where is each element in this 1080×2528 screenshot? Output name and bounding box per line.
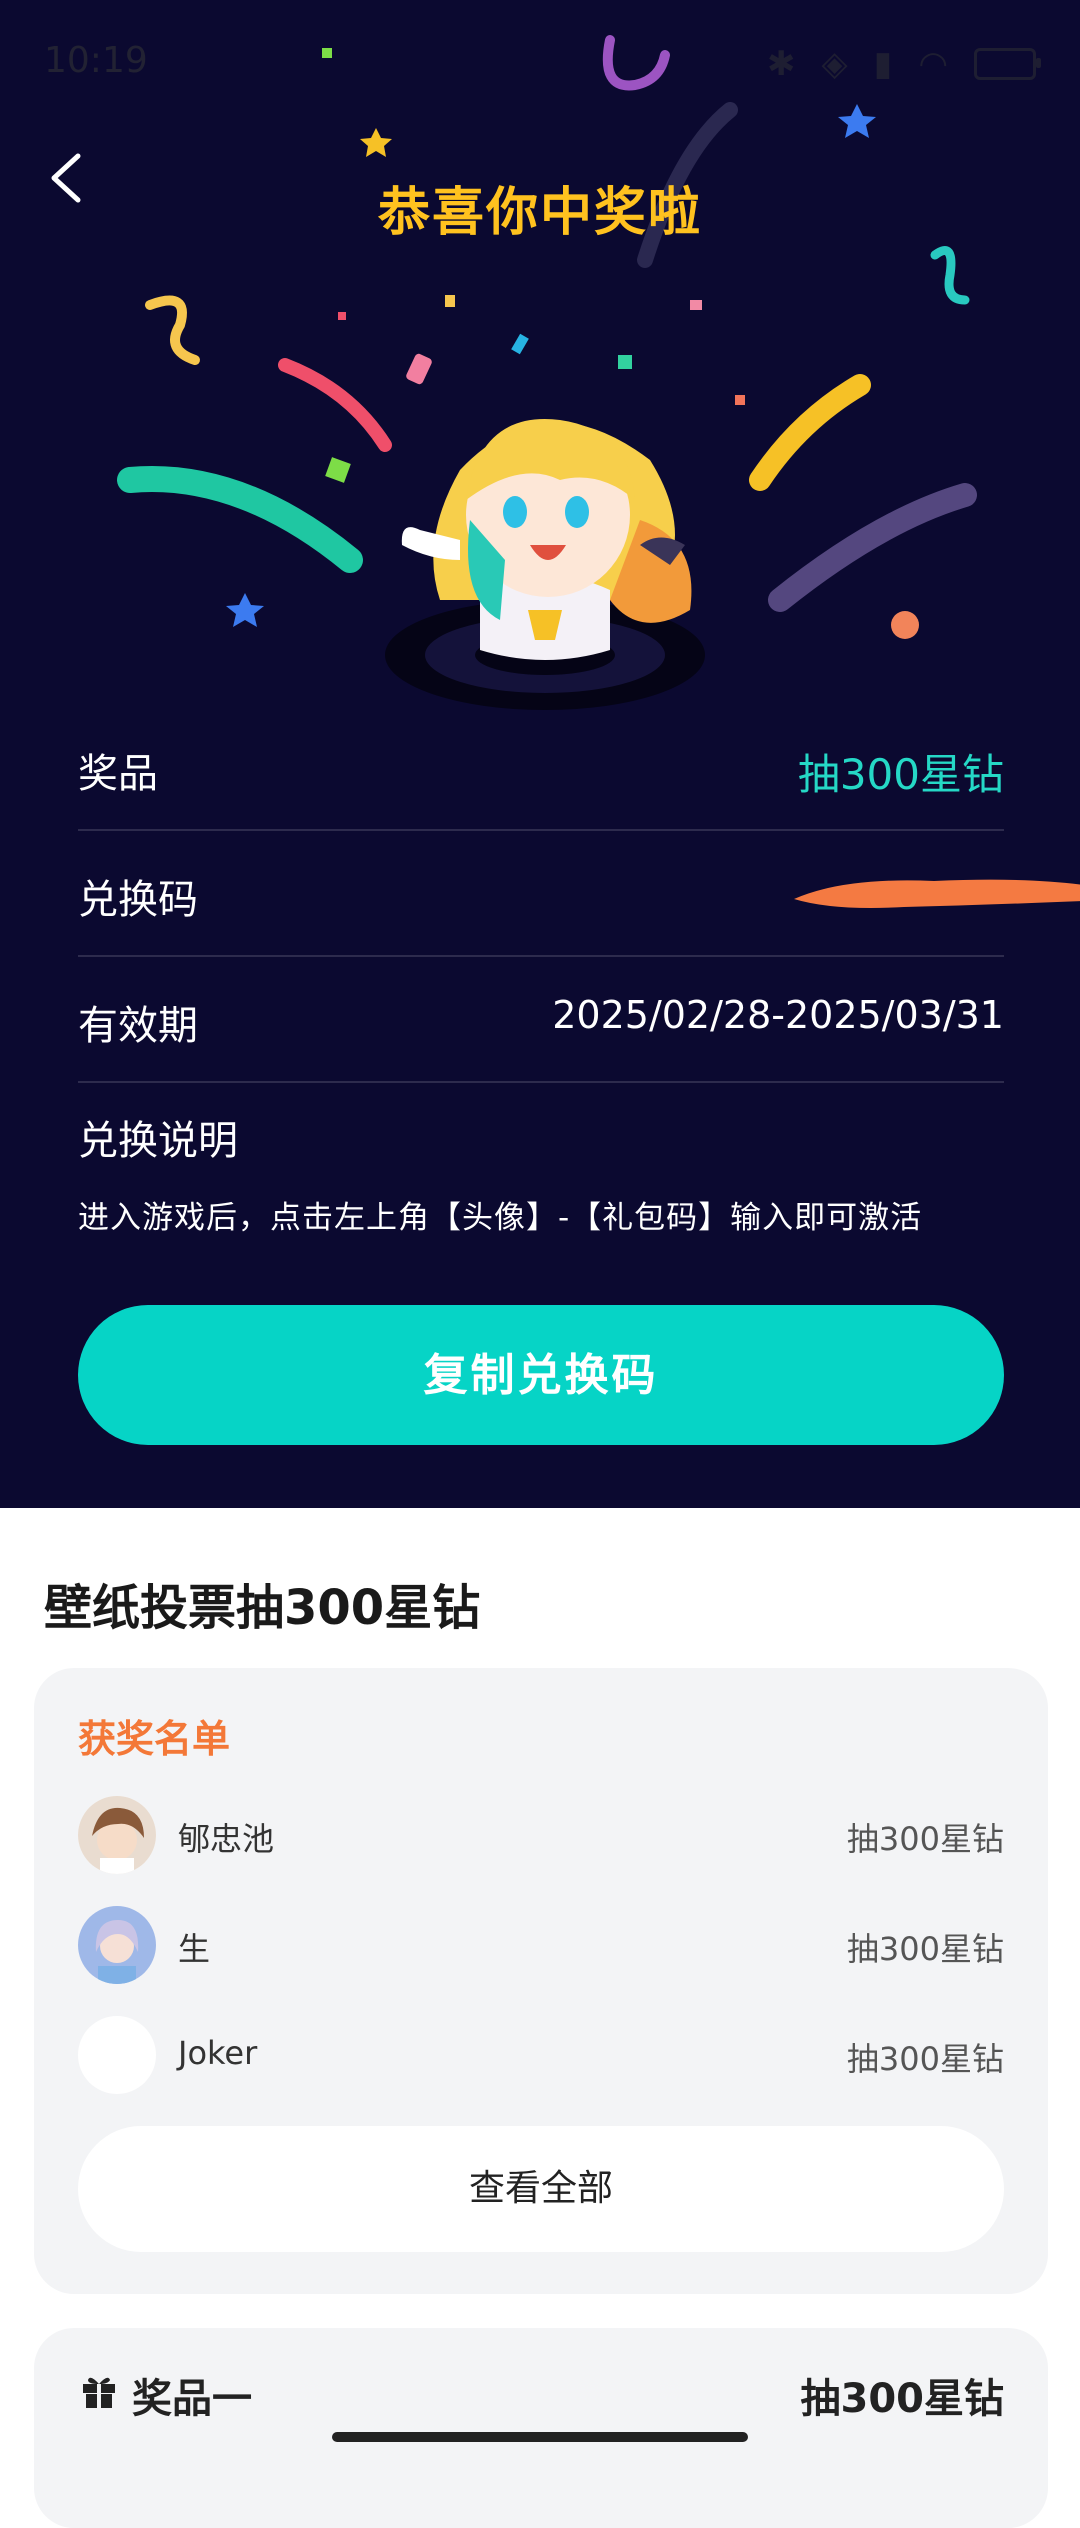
page-title: 恭喜你中奖啦: [377, 183, 702, 243]
winner-row: 生 抽300星钻: [78, 1906, 1004, 1986]
prize-card: 奖品一 抽300星钻: [34, 2328, 1048, 2528]
status-bar: 10:19 ✱ ◈ ▮ ◠: [44, 40, 1041, 90]
mascot: [385, 419, 705, 710]
avatar: [78, 1906, 156, 1984]
battery-icon: [974, 48, 1041, 80]
prize-card-value: 抽300星钻: [800, 2376, 1005, 2422]
home-indicator[interactable]: [332, 2432, 748, 2442]
winner-prize: 抽300星钻: [846, 1820, 1004, 1858]
view-all-button[interactable]: 查看全部: [78, 2126, 1004, 2252]
validity-row: 有效期 2025/02/28-2025/03/31: [78, 957, 1004, 1083]
code-label: 兑换码: [78, 877, 198, 923]
avatar: [78, 1796, 156, 1874]
signal-icon: ▮: [873, 44, 893, 84]
winner-name: Joker: [178, 2034, 258, 2072]
prize-row: 奖品 抽300星钻: [78, 705, 1004, 831]
avatar: [78, 2016, 156, 2094]
validity-label: 有效期: [78, 1003, 198, 1049]
winner-prize: 抽300星钻: [846, 2040, 1004, 2078]
instruction-block: 兑换说明 进入游戏后，点击左上角【头像】-【礼包码】输入即可激活: [78, 1108, 1004, 1237]
winner-name: 生: [178, 1930, 211, 1968]
winner-row: Joker 抽300星钻: [78, 2016, 1004, 2096]
status-icons: ✱ ◈ ▮ ◠: [766, 44, 1041, 84]
celebration-illustration: [117, 35, 977, 710]
code-row: 兑换码: [78, 831, 1080, 957]
prize-value: 抽300星钻: [797, 750, 1004, 799]
mute-icon: ◈: [821, 44, 848, 84]
winners-title: 获奖名单: [78, 1717, 231, 1761]
instruction-text: 进入游戏后，点击左上角【头像】-【礼包码】输入即可激活: [78, 1200, 923, 1236]
prize-header-panel: 10:19 ✱ ◈ ▮ ◠ 恭喜你中奖啦 奖品 抽300星钻 兑换码 有效期 2…: [0, 0, 1080, 1508]
validity-value: 2025/02/28-2025/03/31: [552, 993, 1004, 1037]
activity-title: 壁纸投票抽300星钻: [44, 1580, 481, 1636]
prize-details: 奖品 抽300星钻 兑换码 有效期 2025/02/28-2025/03/31: [78, 705, 1080, 1083]
redacted-code: [794, 879, 1080, 908]
instruction-label: 兑换说明: [78, 1118, 238, 1164]
prize-card-label: 奖品一: [132, 2376, 252, 2422]
status-time: 10:19: [44, 40, 148, 81]
bluetooth-icon: ✱: [766, 44, 796, 84]
copy-code-button[interactable]: 复制兑换码: [78, 1305, 1004, 1445]
winner-prize: 抽300星钻: [846, 1930, 1004, 1968]
prize-label: 奖品: [78, 751, 158, 797]
winner-row: 郇忠池 抽300星钻: [78, 1796, 1004, 1876]
gift-icon: [83, 2377, 115, 2408]
winners-card: 获奖名单 郇忠池 抽300星钻 生 抽300星钻 Joker 抽300星钻 查看…: [34, 1668, 1048, 2294]
wifi-icon: ◠: [918, 44, 948, 84]
winner-name: 郇忠池: [178, 1820, 275, 1858]
